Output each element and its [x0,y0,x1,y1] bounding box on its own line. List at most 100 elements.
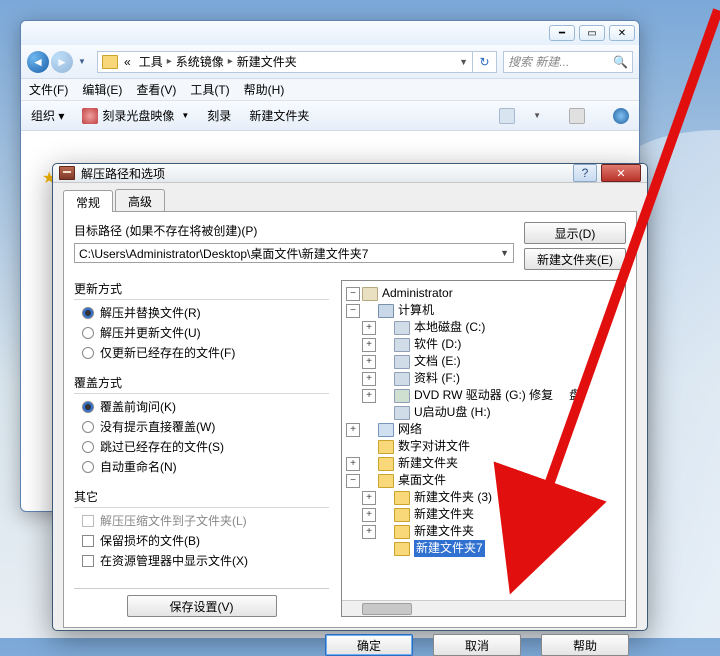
folder-icon [394,491,410,505]
toolbar-organize[interactable]: 组织 ▾ [31,107,64,124]
menu-file[interactable]: 文件(F) [29,81,68,98]
ok-button[interactable]: 确定 [325,634,413,656]
breadcrumb-item[interactable]: 工具 [139,53,163,70]
overwrite-mode-group: 覆盖方式 覆盖前询问(K) 没有提示直接覆盖(W) 跳过已经存在的文件(S) 自… [74,374,329,478]
misc-title: 其它 [74,488,329,508]
dialog-help-button[interactable]: ? [573,164,597,182]
radio-ask-overwrite[interactable]: 覆盖前询问(K) [82,398,329,415]
tab-general[interactable]: 常规 [63,190,113,212]
help-icon[interactable] [613,108,629,124]
radio-extract-update[interactable]: 解压并更新文件(U) [82,324,329,341]
radio-skip-existing[interactable]: 跳过已经存在的文件(S) [82,438,329,455]
tree-node-drive-c: +本地磁盘 (C:) [346,319,621,336]
radio-extract-replace[interactable]: 解压并替换文件(R) [82,304,329,321]
expand-icon[interactable]: − [346,474,360,488]
display-button[interactable]: 显示(D) [524,222,626,244]
expand-icon[interactable]: + [362,372,376,386]
radio-auto-rename[interactable]: 自动重命名(N) [82,458,329,475]
minimize-button[interactable]: ━ [549,25,575,41]
user-icon [362,287,378,301]
tree-node-selected: 新建文件夹7 [346,540,621,557]
breadcrumb[interactable]: « 工具 ▸ 系统镜像 ▸ 新建文件夹 ▼ [97,51,473,73]
radio-icon [82,421,94,433]
explorer-titlebar: ━ ▭ ✕ [21,21,639,45]
drive-icon [394,372,410,386]
dialog-close-button[interactable]: ✕ [601,164,641,182]
checkbox-icon [82,515,94,527]
folder-icon [394,525,410,539]
tree-node-user: −Administrator [346,285,621,302]
toolbar-newfolder[interactable]: 新建文件夹 [249,107,309,124]
nav-forward-button[interactable]: ► [51,51,73,73]
tree-node-drive-d: +软件 (D:) [346,336,621,353]
search-input[interactable]: 搜索 新建... 🔍 [503,51,633,73]
menu-view[interactable]: 查看(V) [136,81,176,98]
folder-icon [394,508,410,522]
expand-icon[interactable]: + [362,491,376,505]
tree-hscrollbar[interactable] [342,600,625,616]
breadcrumb-item[interactable]: 系统镜像 [176,53,224,70]
tree-node-drive-e: +文档 (E:) [346,353,621,370]
tree-node-folder: +新建文件夹 [346,523,621,540]
radio-overwrite-noprompt[interactable]: 没有提示直接覆盖(W) [82,418,329,435]
radio-icon [82,401,94,413]
close-button[interactable]: ✕ [609,25,635,41]
breadcrumb-dropdown[interactable]: ▼ [459,57,468,67]
expand-icon[interactable]: + [362,389,376,403]
folder-icon [378,457,394,471]
target-path-label: 目标路径 (如果不存在将被创建)(P) [74,222,514,239]
update-mode-group: 更新方式 解压并替换文件(R) 解压并更新文件(U) 仅更新已经存在的文件(F) [74,280,329,364]
help-button[interactable]: 帮助 [541,634,629,656]
expand-icon[interactable]: + [346,423,360,437]
toolbar-burn-image[interactable]: 刻录光盘映像▼ [82,107,189,124]
radio-icon [82,347,94,359]
menu-edit[interactable]: 编辑(E) [82,81,122,98]
scrollbar-thumb[interactable] [362,603,412,615]
extract-dialog: 解压路径和选项 ? ✕ 常规 高级 目标路径 (如果不存在将被创建)(P) C:… [52,163,648,631]
tree-node-computer: −计算机 [346,302,621,319]
chevron-down-icon[interactable]: ▼ [500,248,509,258]
expand-icon[interactable]: + [362,508,376,522]
expand-icon[interactable]: + [362,338,376,352]
radio-icon [82,307,94,319]
tree-node-folder: +新建文件夹 [346,455,621,472]
view-mode-icon[interactable] [499,108,515,124]
tree-node-folder: 数字对讲文件 [346,438,621,455]
computer-icon [378,304,394,318]
target-path-input[interactable]: C:\Users\Administrator\Desktop\桌面文件\新建文件… [74,243,514,263]
folder-tree[interactable]: −Administrator −计算机 +本地磁盘 (C:) +软件 (D:) … [341,280,626,617]
refresh-button[interactable]: ↻ [473,51,497,73]
radio-icon [82,327,94,339]
maximize-button[interactable]: ▭ [579,25,605,41]
tab-advanced[interactable]: 高级 [115,189,165,211]
breadcrumb-item[interactable]: 新建文件夹 [237,53,297,70]
expand-icon[interactable]: + [362,525,376,539]
check-subfolder[interactable]: 解压压缩文件到子文件夹(L) [82,512,329,529]
cancel-button[interactable]: 取消 [433,634,521,656]
menu-help[interactable]: 帮助(H) [244,81,285,98]
search-icon: 🔍 [613,55,628,69]
tree-selected-label[interactable]: 新建文件夹7 [414,540,485,557]
preview-pane-icon[interactable] [569,108,585,124]
expand-icon[interactable]: + [346,457,360,471]
radio-icon [82,461,94,473]
expand-icon[interactable]: + [362,355,376,369]
winrar-icon [59,166,75,180]
menu-tools[interactable]: 工具(T) [190,81,229,98]
nav-back-button[interactable]: ◄ [27,51,49,73]
new-folder-button[interactable]: 新建文件夹(E) [524,248,626,270]
check-keep-broken[interactable]: 保留损坏的文件(B) [82,532,329,549]
explorer-menubar: 文件(F) 编辑(E) 查看(V) 工具(T) 帮助(H) [21,79,639,101]
save-settings-button[interactable]: 保存设置(V) [127,595,277,617]
drive-icon [394,355,410,369]
toolbar-burn[interactable]: 刻录 [207,107,231,124]
dialog-tabs: 常规 高级 [63,189,637,211]
expand-icon[interactable]: − [346,287,360,301]
expand-icon[interactable]: + [362,321,376,335]
check-show-in-explorer[interactable]: 在资源管理器中显示文件(X) [82,552,329,569]
nav-history-dropdown[interactable]: ▼ [75,51,89,73]
tree-node-desktop-files: −桌面文件 [346,472,621,489]
explorer-toolbar: 组织 ▾ 刻录光盘映像▼ 刻录 新建文件夹 ▼ [21,101,639,131]
expand-icon[interactable]: − [346,304,360,318]
radio-update-existing[interactable]: 仅更新已经存在的文件(F) [82,344,329,361]
